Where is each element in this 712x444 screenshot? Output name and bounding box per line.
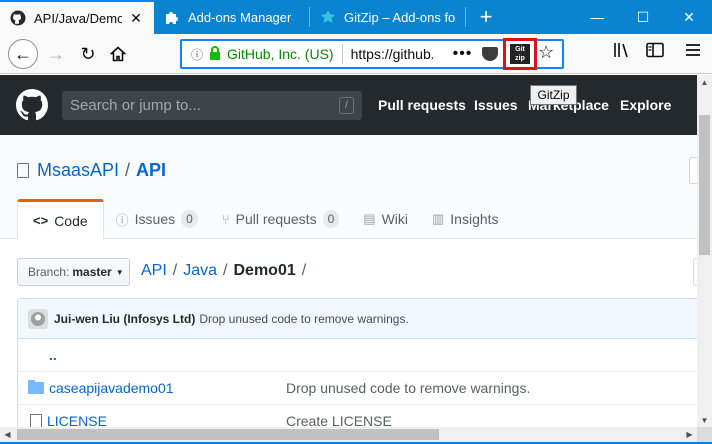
vertical-scroll-thumb[interactable] <box>699 115 710 255</box>
table-row: .. <box>18 339 699 372</box>
bookmark-star-icon[interactable]: ☆ <box>538 42 554 63</box>
scroll-down-icon[interactable]: ▼ <box>697 413 712 428</box>
file-table: Jui-wen Liu (Infosys Ltd) Drop unused co… <box>17 298 699 434</box>
breadcrumb-java[interactable]: Java <box>183 262 217 279</box>
github-search-input[interactable] <box>62 91 322 120</box>
library-icon[interactable] <box>613 42 631 63</box>
tab-title: GitZip – Add-ons for Firefox <box>344 9 455 25</box>
code-icon: <> <box>33 213 49 228</box>
url-input[interactable]: https://github.com/MsaasAPI/API/tree/mas… <box>351 46 433 62</box>
gitzip-button[interactable]: Git zip <box>503 38 537 70</box>
reload-icon: ↻ <box>80 43 96 64</box>
nav-pull-requests[interactable]: Pull requests <box>378 97 466 113</box>
graph-icon: ▥ <box>432 211 445 226</box>
vertical-scrollbar[interactable]: ▲ ▼ <box>697 75 712 428</box>
tab-pull-requests[interactable]: ⑂ Pull requests 0 <box>210 199 351 239</box>
scroll-right-icon[interactable]: ▶ <box>682 427 697 442</box>
issue-icon: ⓘ <box>115 212 129 228</box>
lock-icon <box>209 45 223 63</box>
tab-issues[interactable]: ⓘ Issues 0 <box>104 199 210 239</box>
back-button[interactable]: ← <box>8 39 38 69</box>
gitzip-logo-icon: Git zip <box>510 44 530 64</box>
maximize-button[interactable]: ☐ <box>620 0 666 34</box>
home-icon <box>110 46 126 62</box>
repo-owner-link[interactable]: MsaasAPI <box>37 160 119 181</box>
horizontal-scroll-thumb[interactable] <box>17 429 439 440</box>
slash-shortcut-badge: / <box>339 97 354 114</box>
tab-title: API/Java/Demo01 at master <box>34 10 122 26</box>
sidebar-icon[interactable] <box>646 42 664 63</box>
breadcrumb: API / Java / Demo01/ <box>141 262 307 279</box>
tab-insights[interactable]: ▥ Insights <box>420 199 511 239</box>
repo-header: MsaasAPI / API <> Code ⓘ Issues 0 ⑂ Pull… <box>0 135 697 240</box>
github-logo-icon[interactable] <box>16 89 48 121</box>
github-icon <box>10 10 26 26</box>
tab-title: Add-ons Manager <box>188 9 292 25</box>
scroll-up-icon[interactable]: ▲ <box>697 75 712 90</box>
file-commit-message[interactable]: Drop unused code to remove warnings. <box>286 380 530 396</box>
new-tab-button[interactable]: + <box>466 0 506 34</box>
puzzle-icon <box>164 9 180 25</box>
repo-nav: <> Code ⓘ Issues 0 ⑂ Pull requests 0 ▤ W… <box>17 199 511 240</box>
repo-name-link[interactable]: API <box>136 160 166 181</box>
close-window-button[interactable]: ✕ <box>666 0 712 34</box>
site-identity-label: GitHub, Inc. (US) <box>227 46 334 62</box>
tab-addons[interactable]: Add-ons Manager <box>154 0 309 34</box>
folder-icon <box>28 380 44 394</box>
caret-down-icon: ▼ <box>115 267 124 277</box>
branch-select-button[interactable]: Branch: master ▼ <box>17 258 130 286</box>
scrollbar-corner <box>697 427 712 442</box>
nav-explore[interactable]: Explore <box>620 97 671 113</box>
pocket-icon[interactable] <box>482 47 499 61</box>
issues-counter: 0 <box>181 210 198 228</box>
close-tab-icon[interactable]: ✕ <box>128 10 144 26</box>
navigation-toolbar: ← → ↻ ⓘ GitHub, Inc. (US) https://github… <box>0 34 712 74</box>
repo-title: MsaasAPI / API <box>17 160 166 181</box>
book-icon: ▤ <box>363 211 376 226</box>
avatar[interactable] <box>28 308 48 329</box>
repo-icon <box>17 163 29 178</box>
info-icon[interactable]: ⓘ <box>187 46 207 63</box>
reload-button[interactable]: ↻ <box>74 40 102 68</box>
arrow-right-icon: → <box>47 43 65 64</box>
page-actions-button[interactable]: ••• <box>453 45 473 63</box>
forward-button[interactable]: → <box>42 40 70 68</box>
nav-issues[interactable]: Issues <box>474 97 518 113</box>
commit-author[interactable]: Jui-wen Liu (Infosys Ltd) <box>54 312 195 326</box>
repo-separator: / <box>125 160 131 180</box>
breadcrumb-root[interactable]: API <box>141 262 167 279</box>
pr-icon: ⑂ <box>221 211 230 227</box>
tab-github[interactable]: API/Java/Demo01 at master ✕ <box>0 0 154 34</box>
minimize-button[interactable]: — <box>574 0 620 34</box>
parent-dir-link[interactable]: .. <box>49 347 57 363</box>
github-header: / Pull requests Issues Marketplace Explo… <box>0 75 697 135</box>
commit-tease: Jui-wen Liu (Infosys Ltd) Drop unused co… <box>18 299 699 339</box>
table-row: caseapijavademo01 Drop unused code to re… <box>18 372 699 405</box>
pr-counter: 0 <box>322 210 340 228</box>
gitzip-tooltip: GitZip <box>530 85 577 105</box>
hamburger-menu-icon[interactable] <box>685 42 701 63</box>
github-search[interactable]: / <box>62 91 362 120</box>
scroll-left-icon[interactable]: ◀ <box>0 427 15 442</box>
tab-wiki[interactable]: ▤ Wiki <box>351 199 420 239</box>
horizontal-scrollbar[interactable]: ◀ ▶ <box>0 427 697 442</box>
commit-message[interactable]: Drop unused code to remove warnings. <box>199 312 408 326</box>
gitzip-icon <box>320 9 336 25</box>
arrow-left-icon: ← <box>14 43 32 64</box>
tab-gitzip[interactable]: GitZip – Add-ons for Firefox <box>310 0 465 34</box>
breadcrumb-current: Demo01 <box>233 262 296 279</box>
url-divider <box>341 44 343 64</box>
file-name-link[interactable]: caseapijavademo01 <box>49 380 174 396</box>
tab-code[interactable]: <> Code <box>17 199 104 240</box>
home-button[interactable] <box>104 40 132 68</box>
